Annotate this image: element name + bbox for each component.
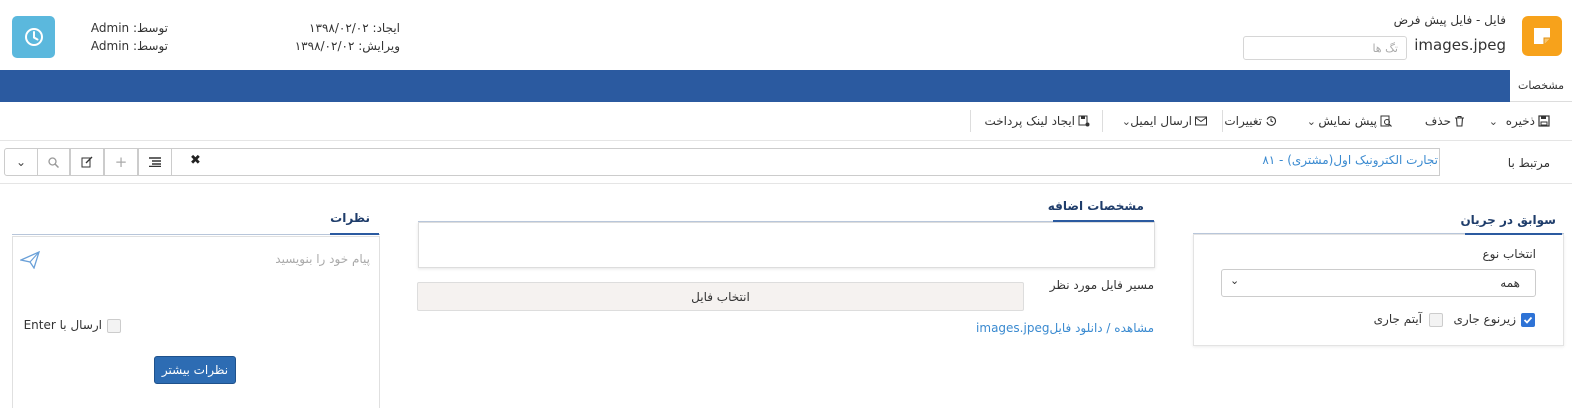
tab-details[interactable]: مشخصات: [1510, 70, 1572, 102]
clock-icon: [24, 28, 43, 46]
related-bottom-border: [0, 183, 1572, 184]
created-by: توسط: Admin: [91, 21, 168, 35]
related-value-link[interactable]: تجارت الکترونیک اول(مشتری) - ۸۱: [1076, 153, 1438, 167]
comments-tab-underline: [330, 233, 379, 235]
toolbar-divider-2: [1102, 110, 1103, 132]
choose-file-button[interactable]: انتخاب فایل: [417, 282, 1024, 311]
created-by-user: Admin: [90, 21, 130, 35]
extra-panel-divider: [418, 221, 1155, 222]
related-label: مرتبط با: [1507, 156, 1550, 170]
edit-button[interactable]: [70, 148, 104, 176]
toolbar-divider: [1222, 110, 1223, 132]
clear-related-icon[interactable]: ✖: [190, 153, 201, 168]
download-link-text: مشاهده / دانلود فایل: [1049, 321, 1154, 335]
toolbar-divider-3: [970, 110, 971, 132]
list-icon: [149, 157, 161, 167]
more-comments-button[interactable]: نظرات بیشتر: [154, 356, 236, 384]
created-date: ۱۳۹۸/۰۲/۰۲: [309, 21, 369, 35]
app-logo: [1522, 16, 1562, 56]
comments-panel-title: نظرات: [330, 211, 370, 225]
send-email-button[interactable]: ارسال ایمیل: [1130, 112, 1207, 130]
history-icon: [1266, 116, 1277, 126]
delete-label: حذف: [1424, 114, 1451, 128]
download-file-name: images.jpeg: [976, 321, 1050, 335]
search-button[interactable]: [36, 148, 70, 176]
payment-link-label: ایجاد لینک پرداخت: [984, 114, 1075, 128]
file-path-label: مسیر فایل مورد نظر: [1049, 278, 1154, 292]
sticky-note-icon: [1534, 28, 1550, 44]
item-current-label: آیتم جاری: [1373, 312, 1422, 326]
floppy-icon: [1538, 115, 1550, 127]
check-icon: [1523, 316, 1533, 324]
preview-menu-chevron-icon[interactable]: ⌄: [1307, 112, 1316, 130]
breadcrumb: فایل - فایل پیش فرض: [1393, 13, 1506, 27]
history-panel-title: سوابق در جریان: [1460, 213, 1556, 227]
changes-label: تغییرات: [1224, 114, 1262, 128]
email-menu-chevron-icon[interactable]: ⌄: [1122, 112, 1131, 130]
subtype-current-checkbox[interactable]: [1521, 313, 1535, 327]
save-label: ذخیره: [1505, 114, 1535, 128]
payment-link-button[interactable]: ایجاد لینک پرداخت: [984, 112, 1090, 130]
type-select-value: همه: [1500, 276, 1520, 290]
send-with-enter-label: ارسال با Enter: [23, 318, 102, 332]
comments-panel-divider: [12, 234, 380, 235]
envelope-icon: [1195, 116, 1207, 126]
save-button[interactable]: ذخیره: [1506, 112, 1550, 130]
type-select-chevron-icon: ⌄: [1230, 274, 1240, 287]
delete-button[interactable]: حذف: [1425, 112, 1465, 130]
modified-by-label: توسط:: [132, 39, 168, 53]
created-by-label: توسط:: [132, 21, 168, 35]
trash-icon: [1455, 115, 1464, 127]
created-label: ایجاد:: [372, 21, 400, 35]
send-with-enter-checkbox[interactable]: [107, 319, 121, 333]
modified-label: ویرایش:: [358, 39, 400, 53]
extra-details-panel: [418, 222, 1155, 268]
modified-by: توسط: Admin: [91, 39, 168, 53]
list-button[interactable]: [138, 148, 172, 176]
extra-tab-underline: [1053, 220, 1154, 222]
preview-button[interactable]: پیش نمایش: [1318, 112, 1392, 130]
preview-label: پیش نمایش: [1318, 114, 1377, 128]
history-tab-underline: [1465, 233, 1562, 235]
type-select[interactable]: [1221, 269, 1536, 297]
tags-input[interactable]: تگ ها: [1243, 36, 1407, 60]
history-clock-button[interactable]: [12, 16, 55, 58]
send-comment-button[interactable]: [18, 250, 41, 272]
created-info: ایجاد: ۱۳۹۸/۰۲/۰۲: [300, 21, 400, 35]
send-icon: [18, 250, 41, 270]
modified-info: ویرایش: ۱۳۹۸/۰۲/۰۲: [295, 39, 400, 53]
toolbar-bottom-border: [0, 140, 1572, 141]
changes-button[interactable]: تغییرات: [1224, 112, 1277, 130]
search-icon: [47, 156, 59, 168]
save-menu-chevron-icon[interactable]: ⌄: [1489, 112, 1498, 130]
send-email-label: ارسال ایمیل: [1130, 114, 1192, 128]
extra-panel-title: مشخصات اضافه: [1047, 199, 1144, 213]
item-current-checkbox[interactable]: [1429, 313, 1443, 327]
magnify-doc-icon: [1380, 115, 1392, 127]
comment-input[interactable]: پیام خود را بنویسید: [60, 252, 370, 266]
modified-date: ۱۳۹۸/۰۲/۰۲: [294, 39, 355, 53]
modified-by-user: Admin: [90, 39, 130, 53]
tab-bar: [0, 70, 1510, 102]
subtype-current-label: زیرنوع جاری: [1453, 312, 1516, 326]
add-icon[interactable]: +: [104, 148, 138, 176]
type-label: انتخاب نوع: [1482, 247, 1536, 261]
related-dropdown-chevron-icon[interactable]: ⌄: [4, 148, 38, 176]
edit-icon: [81, 156, 93, 168]
download-link[interactable]: مشاهده / دانلود فایلimages.jpeg: [976, 321, 1154, 335]
file-title: images.jpeg: [1414, 36, 1506, 54]
payment-link-icon: [1078, 115, 1090, 127]
